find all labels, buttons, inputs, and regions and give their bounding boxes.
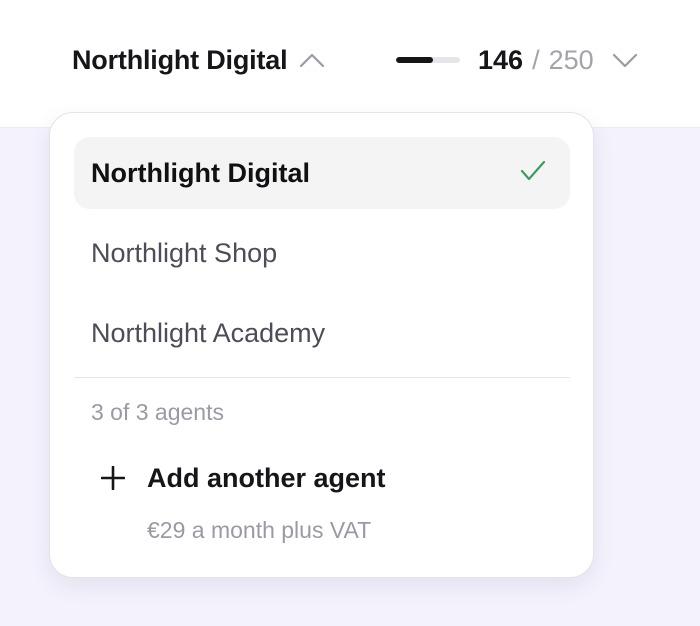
workspace-option-label: Northlight Academy bbox=[91, 317, 326, 348]
add-agent-label: Add another agent bbox=[147, 462, 386, 493]
workspace-switcher[interactable]: Northlight Digital bbox=[72, 38, 325, 82]
add-agent-button[interactable]: Add another agent bbox=[91, 453, 386, 503]
usage-separator: / bbox=[532, 44, 540, 75]
workspace-option-northlight-digital[interactable]: Northlight Digital bbox=[74, 137, 570, 209]
chevron-up-icon bbox=[299, 52, 325, 68]
check-icon bbox=[520, 158, 546, 189]
chevron-down-icon[interactable] bbox=[612, 52, 638, 68]
usage-used: 146 bbox=[478, 44, 524, 75]
usage-meter[interactable]: 146 / 250 bbox=[396, 38, 638, 82]
workspace-option-northlight-shop[interactable]: Northlight Shop bbox=[74, 217, 570, 289]
plus-icon bbox=[91, 466, 147, 490]
workspace-dropdown: Northlight Digital Northlight Shop North… bbox=[49, 112, 594, 578]
workspace-option-northlight-academy[interactable]: Northlight Academy bbox=[74, 297, 570, 369]
price-note: €29 a month plus VAT bbox=[147, 517, 372, 543]
agents-count: 3 of 3 agents bbox=[91, 399, 224, 425]
usage-progress-fill bbox=[396, 57, 434, 63]
usage-progress-bar bbox=[396, 57, 460, 63]
workspace-option-label: Northlight Shop bbox=[91, 237, 278, 268]
usage-limit: 250 bbox=[548, 44, 594, 75]
workspace-name: Northlight Digital bbox=[72, 44, 288, 75]
workspace-option-label: Northlight Digital bbox=[91, 157, 310, 188]
dropdown-divider bbox=[74, 377, 570, 378]
